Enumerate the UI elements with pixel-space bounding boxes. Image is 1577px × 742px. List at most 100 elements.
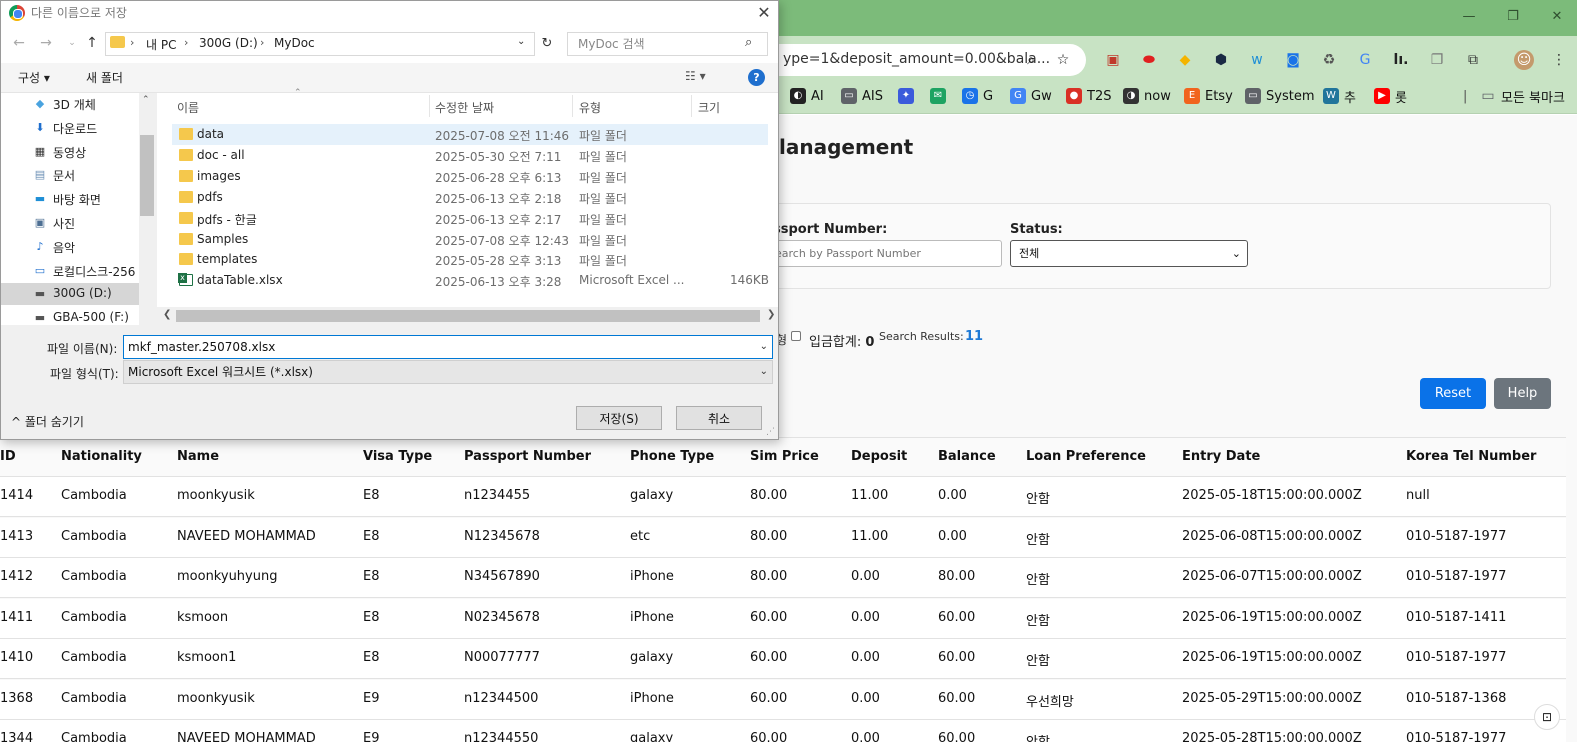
extension-recycle-icon[interactable]: ♻ — [1319, 50, 1339, 70]
bookmark-item[interactable]: ◷ G — [962, 86, 993, 106]
bookmark-item[interactable]: ✉ — [930, 86, 951, 106]
folder-row[interactable]: templates 2025-05-28 오후 3:13 파일 폴더 — [172, 249, 768, 270]
cancel-button[interactable]: 취소 — [676, 406, 762, 430]
extension-shield-icon[interactable]: ◙ — [1283, 50, 1303, 70]
folder-row[interactable]: doc - all 2025-05-30 오전 7:11 파일 폴더 — [172, 145, 768, 166]
extension-hex-icon[interactable]: ⬢ — [1211, 50, 1231, 70]
extension-cast-icon[interactable]: ▣ — [1103, 50, 1123, 70]
table-row[interactable]: 1344 Cambodia NAVEED MOHAMMAD E9 n12344550 ga… — [0, 720, 1566, 742]
organize-menu[interactable]: 구성 ▾ — [18, 69, 50, 86]
up-arrow-icon[interactable]: ↑ — [83, 34, 101, 52]
extension-bulb-icon[interactable]: ◆ — [1175, 50, 1195, 70]
filename-input[interactable]: mkf_master.250708.xlsx ⌄ — [123, 335, 773, 359]
table-row[interactable]: 1411 Cambodia ksmoon E8 N02345678 iPhone 60.00… — [0, 598, 1566, 639]
breadcrumb-drive[interactable]: 300G (D:) — [199, 36, 258, 50]
scroll-left-icon[interactable]: ❮ — [163, 309, 171, 320]
breadcrumb-pc[interactable]: 내 PC — [146, 36, 176, 53]
tree-item[interactable]: ▣ 사진 — [1, 212, 139, 234]
zoom-search-icon[interactable]: ⌕ — [1021, 50, 1041, 70]
column-divider[interactable] — [429, 95, 430, 117]
tree-item[interactable]: ▬ 300G (D:) — [1, 283, 139, 306]
bookmark-item[interactable]: W추 — [1323, 86, 1356, 106]
file-list-scrollbar-thumb[interactable] — [176, 310, 760, 322]
folder-search-input[interactable]: MyDoc 검색 — [567, 32, 768, 56]
restore-icon[interactable]: ❐ — [1503, 8, 1523, 26]
file-row[interactable]: dataTable.xlsx 2025-06-13 오후 3:28 Microsof… — [172, 270, 769, 291]
bookmark-side-icon[interactable]: ⊡ — [1534, 704, 1560, 730]
forward-arrow-icon[interactable]: → — [37, 34, 55, 52]
breadcrumb-mydoc[interactable]: MyDoc — [274, 36, 315, 50]
help-icon[interactable]: ? — [748, 69, 765, 86]
folder-row[interactable]: data 2025-07-08 오전 11:46 파일 폴더 — [172, 124, 768, 145]
profile-avatar[interactable]: ☺ — [1514, 50, 1534, 70]
scroll-up-icon[interactable]: ⌃ — [142, 95, 150, 105]
bookmark-item[interactable]: E Etsy — [1184, 86, 1233, 106]
extension-copy-icon[interactable]: ❐ — [1427, 50, 1447, 70]
header-col-loan-pref[interactable]: Loan Preference — [1026, 449, 1146, 464]
folder-row[interactable]: pdfs 2025-06-13 오후 2:18 파일 폴더 — [172, 187, 768, 208]
bookmark-item[interactable]: ● T2S — [1066, 86, 1111, 106]
search-icon[interactable]: ⌕ — [745, 35, 752, 50]
column-divider[interactable] — [691, 95, 692, 117]
table-row[interactable]: 1410 Cambodia ksmoon1 E8 N00077777 galaxy 60.0… — [0, 639, 1566, 679]
passport-search-input[interactable] — [768, 240, 1002, 267]
table-row[interactable]: 1412 Cambodia moonkyuhyung E8 N34567890 iPhon… — [0, 558, 1566, 598]
tree-item[interactable]: ▦ 동영상 — [1, 141, 139, 163]
chevron-down-icon[interactable]: ⌄ — [760, 336, 768, 358]
bookmark-item[interactable]: ▭ AIS — [841, 86, 883, 106]
tree-scrollbar-thumb[interactable] — [140, 135, 154, 216]
bookmark-item[interactable]: ▶ 롯 — [1374, 86, 1407, 106]
filetype-select[interactable]: Microsoft Excel 워크시트 (*.xlsx) ⌄ — [123, 360, 773, 384]
deposit-checkbox[interactable] — [791, 331, 801, 341]
extension-w-icon[interactable]: w — [1247, 50, 1267, 70]
bookmark-item[interactable]: ✦ — [898, 86, 919, 106]
minimize-icon[interactable]: — — [1459, 8, 1479, 26]
tree-item[interactable]: ▬ GBA-500 (F:) — [1, 307, 139, 325]
column-name[interactable]: 이름 — [177, 99, 199, 116]
recent-chevron-icon[interactable]: ⌄ — [63, 34, 81, 52]
new-folder-button[interactable]: 새 폴더 — [86, 69, 123, 86]
column-type[interactable]: 유형 — [579, 99, 601, 116]
extensions-puzzle-icon[interactable]: ⧉ — [1463, 50, 1483, 70]
folder-row[interactable]: pdfs - 한글 2025-06-13 오후 2:17 파일 폴더 — [172, 208, 768, 229]
bookmark-item[interactable]: ◑ now — [1123, 86, 1171, 106]
header-col-nationality[interactable]: Nationality — [61, 449, 142, 464]
tree-item[interactable]: ◆ 3D 개체 — [1, 93, 139, 115]
extension-bars-icon[interactable]: lı. — [1391, 50, 1411, 70]
bookmark-item[interactable]: ◐ AI — [790, 86, 824, 106]
header-col-name[interactable]: Name — [177, 449, 219, 464]
save-button[interactable]: 저장(S) — [576, 406, 662, 430]
bookmark-item[interactable]: ▭ System — [1245, 86, 1314, 106]
view-options-icon[interactable]: ☷ ▾ — [685, 69, 706, 83]
table-row[interactable]: 1414 Cambodia moonkyusik E8 n1234455 galaxy 80… — [0, 477, 1566, 517]
column-size[interactable]: 크기 — [698, 99, 720, 116]
header-col-sim-price[interactable]: Sim Price — [750, 449, 819, 464]
dialog-close-icon[interactable]: ✕ — [749, 1, 779, 25]
tree-item[interactable]: ♪ 음악 — [1, 236, 139, 258]
header-col-id[interactable]: ID — [0, 449, 16, 464]
tree-item[interactable]: ▬ 바탕 화면 — [1, 188, 139, 210]
header-col-balance[interactable]: Balance — [938, 449, 996, 464]
bookmark-item[interactable]: G Gw — [1010, 86, 1052, 106]
column-date[interactable]: 수정한 날짜 — [435, 99, 494, 116]
scroll-right-icon[interactable]: ❯ — [767, 309, 775, 320]
all-bookmarks[interactable]: ▭ 모든 북마크 — [1480, 86, 1565, 106]
header-col-phone-type[interactable]: Phone Type — [630, 449, 714, 464]
reset-button[interactable]: Reset — [1420, 378, 1486, 409]
status-select[interactable]: 전체 ⌄ — [1010, 240, 1248, 267]
header-col-passport[interactable]: Passport Number — [464, 449, 591, 464]
star-icon[interactable]: ☆ — [1053, 50, 1073, 70]
header-col-entry-date[interactable]: Entry Date — [1182, 449, 1260, 464]
table-row[interactable]: 1413 Cambodia NAVEED MOHAMMAD E8 N12345678 et… — [0, 517, 1566, 558]
menu-kebab-icon[interactable]: ⋮ — [1549, 50, 1569, 70]
back-arrow-icon[interactable]: ← — [10, 34, 28, 52]
extension-translate-icon[interactable]: G — [1355, 50, 1375, 70]
tree-item[interactable]: ⬇ 다운로드 — [1, 117, 139, 139]
header-col-korea-tel[interactable]: Korea Tel Number — [1406, 449, 1536, 464]
resize-grip-icon[interactable]: ⋰ — [766, 427, 775, 437]
folder-row[interactable]: images 2025-06-28 오후 6:13 파일 폴더 — [172, 166, 768, 187]
table-row[interactable]: 1368 Cambodia moonkyusik E9 n12344500 iPhone 6… — [0, 679, 1566, 720]
header-col-deposit[interactable]: Deposit — [851, 449, 907, 464]
column-divider[interactable] — [572, 95, 573, 117]
tree-item[interactable]: ▤ 문서 — [1, 164, 139, 186]
